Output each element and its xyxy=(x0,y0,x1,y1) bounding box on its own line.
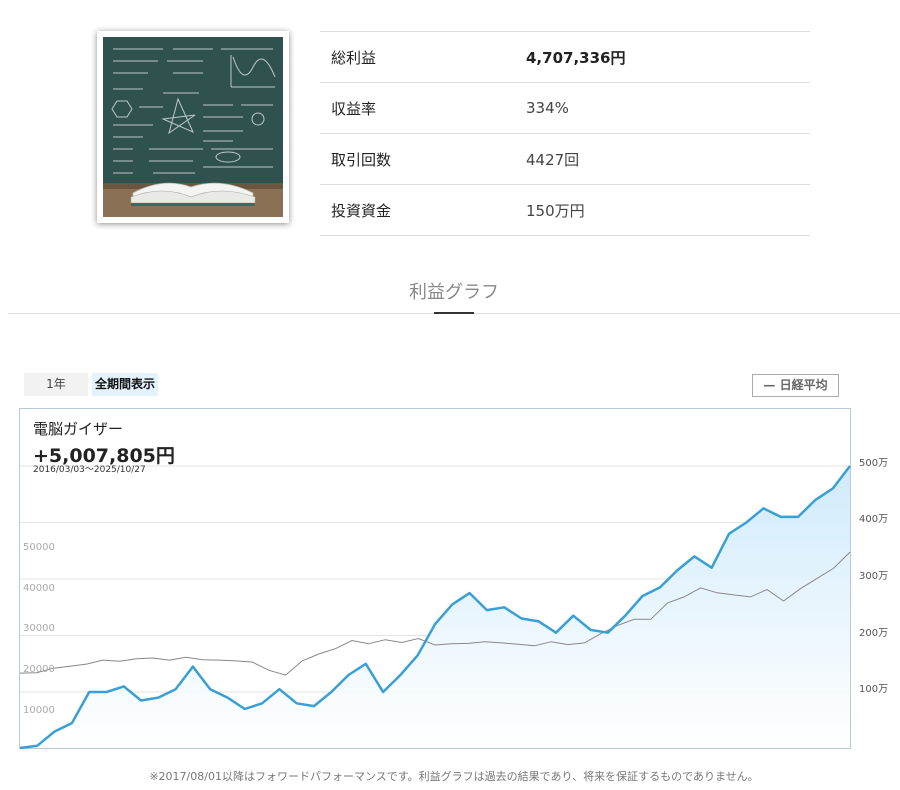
left-axis-tick: 30000 xyxy=(23,623,55,634)
right-axis-tick: 200万 xyxy=(859,628,889,639)
chart-series-name: 電脳ガイザー xyxy=(33,420,124,438)
footnote: ※2017/08/01以降はフォワードパフォーマンスです。利益グラフは過去の結果… xyxy=(149,770,759,783)
left-axis-tick: 10000 xyxy=(23,705,55,716)
profit-area xyxy=(20,466,850,748)
right-axis-tick: 100万 xyxy=(859,684,889,695)
profit-chart xyxy=(19,465,851,750)
chart-period: 2016/03/03〜2025/10/27 xyxy=(33,465,146,475)
right-axis-tick: 300万 xyxy=(859,571,889,582)
left-axis-tick: 20000 xyxy=(23,664,55,675)
left-axis-tick: 50000 xyxy=(23,542,55,553)
right-axis-tick: 400万 xyxy=(859,514,889,525)
right-axis-tick: 500万 xyxy=(859,458,889,469)
left-axis-tick: 40000 xyxy=(23,583,55,594)
